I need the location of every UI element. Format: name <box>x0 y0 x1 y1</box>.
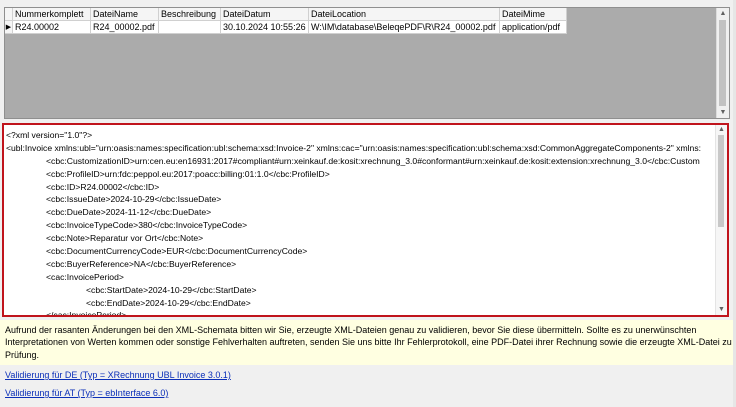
xml-line: <cbc:BuyerReference>NA</cbc:BuyerReferen… <box>46 258 237 269</box>
xml-line: <cac:InvoicePeriod> <box>46 271 124 282</box>
xml-line: <ubl:Invoice xmlns:ubl="urn:oasis:names:… <box>6 142 702 153</box>
grid-vertical-scrollbar[interactable]: ▲ ▼ <box>716 8 729 118</box>
grid-cell[interactable]: 30.10.2024 10:55:26 <box>221 21 309 34</box>
file-grid[interactable]: Nummerkomplett DateiName Beschreibung Datei… <box>4 7 730 119</box>
xml-line: <cbc:DueDate>2024-11-12</cbc:DueDate> <box>46 207 212 218</box>
xml-line: <cbc:EndDate>2024-10-29</cbc:EndDate> <box>86 297 251 308</box>
grid-table: Nummerkomplett DateiName Beschreibung Datei… <box>5 8 567 34</box>
xml-line: <cbc:InvoiceTypeCode>380</cbc:InvoiceTyp… <box>46 220 248 231</box>
row-selector-arrow-icon[interactable]: ▶ <box>5 21 13 34</box>
column-header[interactable]: Nummerkomplett <box>13 8 91 21</box>
xml-line: <cbc:Note>Reparatur vor Ort</cbc:Note> <box>46 233 204 244</box>
column-header[interactable]: DateiMime <box>500 8 567 21</box>
grid-scroll-thumb[interactable] <box>719 20 726 106</box>
column-header[interactable]: DateiLocation <box>309 8 500 21</box>
grid-corner-header <box>5 8 13 21</box>
scroll-up-arrow-icon[interactable]: ▲ <box>717 8 729 19</box>
grid-cell[interactable]: R24_00002.pdf <box>91 21 159 34</box>
xml-line: <cbc:DocumentCurrencyCode>EUR</cbc:Docum… <box>46 246 308 257</box>
xml-line: </cac:InvoicePeriod> <box>6 309 713 315</box>
info-text: Aufrund der rasanten Änderungen bei den … <box>5 325 732 360</box>
xml-scroll-up-arrow-icon[interactable]: ▲ <box>716 125 727 135</box>
validation-info-banner: Aufrund der rasanten Änderungen bei den … <box>0 320 736 365</box>
column-header[interactable]: Beschreibung <box>159 8 221 21</box>
column-header[interactable]: DateiName <box>91 8 159 21</box>
xml-line: <cbc:ID>R24.00002</cbc:ID> <box>46 181 160 192</box>
xml-line: <cbc:ProfileID>urn:fdc:peppol.eu:2017:po… <box>46 168 330 179</box>
xml-text: <?xml version="1.0"?> <ubl:Invoice xmlns:… <box>6 129 713 315</box>
grid-cell[interactable]: R24.00002 <box>13 21 91 34</box>
xml-preview[interactable]: <?xml version="1.0"?> <ubl:Invoice xmlns:… <box>2 123 729 317</box>
xml-line: <?xml version="1.0"?> <box>6 130 93 140</box>
xml-line: <cbc:StartDate>2024-10-29</cbc:StartDate… <box>86 284 257 295</box>
column-header[interactable]: DateiDatum <box>221 8 309 21</box>
xml-line: <cbc:IssueDate>2024-10-29</cbc:IssueDate… <box>46 194 222 205</box>
xml-scroll-thumb[interactable] <box>718 135 724 227</box>
grid-cell[interactable]: application/pdf <box>500 21 567 34</box>
grid-cell[interactable]: W:\IM\database\BeleqePDF\R\R24_00002.pdf <box>309 21 500 34</box>
xml-vertical-scrollbar[interactable]: ▲ ▼ <box>715 125 727 315</box>
grid-cell[interactable] <box>159 21 221 34</box>
scroll-down-arrow-icon[interactable]: ▼ <box>717 107 729 118</box>
xml-scroll-down-arrow-icon[interactable]: ▼ <box>716 305 727 315</box>
xml-line: <cbc:CustomizationID>urn:cen.eu:en16931:… <box>46 155 700 166</box>
validation-link-de[interactable]: Validierung für DE (Typ = XRechnung UBL … <box>5 369 231 381</box>
validation-link-at[interactable]: Validierung für AT (Typ = ebInterface 6.… <box>5 387 168 399</box>
